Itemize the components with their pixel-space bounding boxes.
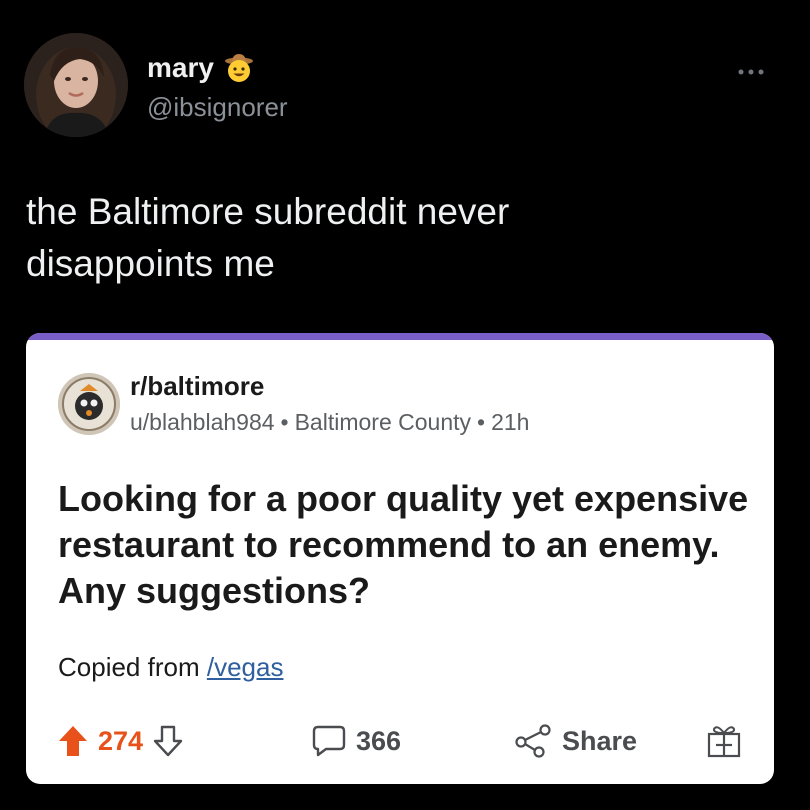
copied-from-link[interactable]: /vegas: [207, 652, 284, 682]
subreddit-avatar[interactable]: [58, 373, 120, 435]
share-button[interactable]: Share: [514, 719, 637, 763]
copied-from-line: Copied from /vegas: [58, 652, 283, 683]
tweet-text: the Baltimore subreddit never disappoint…: [26, 186, 766, 290]
post-location: Baltimore County: [294, 409, 472, 435]
share-icon: [514, 724, 552, 758]
comment-count: 366: [356, 725, 402, 756]
meta-separator: •: [477, 409, 486, 435]
reddit-post-card: r/baltimore u/blahblah984 • Baltimore Coun…: [26, 333, 774, 784]
upvote-count: 274: [98, 725, 144, 756]
post-meta: u/blahblah984 • Baltimore County • 21h: [130, 409, 529, 436]
more-horizontal-icon[interactable]: [737, 58, 765, 80]
upvote-arrow-icon[interactable]: [58, 725, 88, 757]
screenshot-root: mary @ibsignorer the Baltimore subreddit…: [0, 0, 810, 810]
card-accent-bar: [26, 333, 774, 340]
vote-group: 274: [58, 719, 183, 763]
award-gift-icon: [706, 723, 742, 759]
comments-button[interactable]: 366: [312, 719, 401, 763]
avatar-photo: [24, 33, 128, 137]
tweet-text-line-2: disappoints me: [26, 243, 275, 284]
tweet-text-line-1: the Baltimore subreddit never: [26, 191, 510, 232]
display-name[interactable]: mary: [147, 52, 254, 84]
share-label: Share: [562, 725, 638, 756]
user-handle[interactable]: @ibsignorer: [147, 92, 288, 123]
display-name-text: mary: [147, 52, 214, 83]
subreddit-avatar-image: [58, 373, 120, 435]
meta-separator: •: [280, 409, 289, 435]
award-button[interactable]: [706, 719, 742, 763]
post-title[interactable]: Looking for a poor quality yet expensive…: [58, 476, 758, 614]
subreddit-name[interactable]: r/baltimore: [130, 371, 264, 402]
cowboy-face-emoji-icon: [224, 53, 254, 83]
post-age: 21h: [491, 409, 530, 435]
post-action-bar: 274 366 Share: [26, 719, 774, 763]
post-author[interactable]: u/blahblah984: [130, 409, 275, 435]
copied-from-prefix: Copied from: [58, 652, 200, 682]
downvote-arrow-icon[interactable]: [153, 725, 183, 757]
comment-bubble-icon: [312, 725, 346, 757]
profile-avatar[interactable]: [24, 33, 128, 137]
